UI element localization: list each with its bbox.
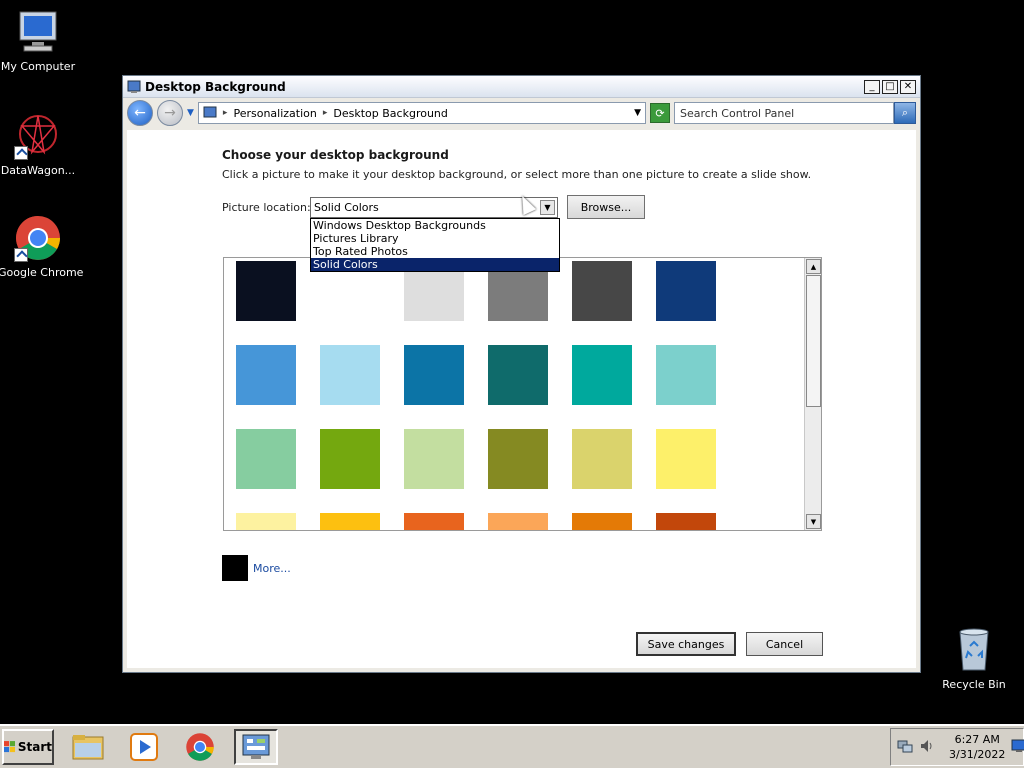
folder-icon — [72, 735, 104, 760]
breadcrumb-desktop-background[interactable]: Desktop Background — [333, 107, 448, 120]
close-button[interactable]: ✕ — [900, 79, 916, 94]
dropdown-option-solid-colors[interactable]: Solid Colors — [311, 258, 559, 271]
chrome-icon — [186, 733, 214, 761]
color-gallery: ▲ ▼ — [223, 257, 822, 531]
color-swatch[interactable] — [404, 345, 464, 405]
recycle-bin-icon — [950, 626, 998, 674]
back-button[interactable]: ← — [127, 100, 153, 126]
windows-logo-icon — [4, 741, 16, 753]
shortcut-arrow-icon — [14, 146, 28, 160]
shortcut-arrow-icon — [14, 248, 28, 262]
taskbar-control-panel[interactable] — [234, 729, 278, 765]
scroll-thumb[interactable] — [806, 275, 821, 407]
clock-date: 3/31/2022 — [949, 748, 1006, 761]
color-swatch[interactable] — [236, 513, 296, 530]
taskbar-media-player[interactable] — [122, 729, 166, 765]
more-link[interactable]: More... — [253, 562, 291, 575]
recent-pages-dropdown-icon[interactable]: ▼ — [187, 108, 194, 118]
clock[interactable]: 6:27 AM 3/31/2022 — [949, 732, 1005, 762]
network-icon[interactable] — [897, 738, 913, 757]
taskbar: Start 6:27 AM 3/31/2022 — [0, 724, 1024, 768]
color-swatch[interactable] — [320, 429, 380, 489]
control-panel-icon — [242, 734, 270, 759]
chevron-down-icon[interactable]: ▼ — [540, 200, 555, 215]
desktop-icon-label: My Computer — [0, 60, 76, 73]
scroll-down-icon[interactable]: ▼ — [806, 514, 821, 529]
color-swatch[interactable] — [320, 345, 380, 405]
color-swatch[interactable] — [404, 429, 464, 489]
color-swatch[interactable] — [404, 513, 464, 530]
color-swatch[interactable] — [488, 513, 548, 530]
save-changes-button[interactable]: Save changes — [636, 632, 736, 656]
address-bar[interactable]: ▸ Personalization ▸ Desktop Background ▼ — [197, 102, 646, 124]
color-swatch[interactable] — [572, 345, 632, 405]
clock-time: 6:27 AM — [954, 733, 1000, 746]
chrome-icon — [14, 214, 62, 262]
color-swatch[interactable] — [488, 429, 548, 489]
maximize-button[interactable]: □ — [882, 79, 898, 94]
picture-location-value: Solid Colors — [314, 201, 379, 214]
search-icon[interactable]: ⌕ — [894, 102, 916, 124]
color-swatch[interactable] — [320, 513, 380, 530]
picture-location-dropdown: Windows Desktop Backgrounds Pictures Lib… — [310, 218, 560, 272]
picture-location-label: Picture location: — [222, 201, 311, 214]
desktop-icon-google-chrome[interactable]: Google Chrome — [0, 214, 84, 279]
page-heading: Choose your desktop background — [222, 148, 449, 162]
color-swatch[interactable] — [656, 261, 716, 321]
system-tray: 6:27 AM 3/31/2022 — [890, 728, 1024, 766]
desktop-icon-label: Recycle Bin — [942, 678, 1006, 691]
desktop-icon-label: Google Chrome — [0, 266, 84, 279]
color-swatch[interactable] — [572, 429, 632, 489]
desktop-icon-recycle-bin[interactable]: Recycle Bin — [934, 626, 1014, 691]
dropdown-option-top-rated-photos[interactable]: Top Rated Photos — [311, 245, 559, 258]
color-swatch[interactable] — [236, 261, 296, 321]
title-bar[interactable]: Desktop Background _ □ ✕ — [123, 76, 920, 98]
breadcrumb-separator-icon: ▸ — [222, 108, 228, 118]
color-swatch[interactable] — [656, 513, 716, 530]
media-player-icon — [130, 733, 158, 761]
color-swatch[interactable] — [656, 429, 716, 489]
page-description: Click a picture to make it your desktop … — [222, 168, 812, 181]
show-desktop-icon[interactable] — [1011, 739, 1024, 756]
search-input[interactable]: Search Control Panel — [674, 102, 894, 124]
start-label: Start — [17, 740, 52, 754]
color-swatch[interactable] — [236, 345, 296, 405]
browse-button[interactable]: Browse... — [567, 195, 645, 219]
desktop-background-window: Desktop Background _ □ ✕ ← → ▼ ▸ Persona… — [122, 75, 921, 673]
scroll-up-icon[interactable]: ▲ — [806, 259, 821, 274]
forward-button[interactable]: → — [157, 100, 183, 126]
dropdown-option-pictures-library[interactable]: Pictures Library — [311, 232, 559, 245]
volume-icon[interactable] — [919, 738, 935, 757]
refresh-button[interactable]: ⟳ — [650, 103, 670, 123]
window-title: Desktop Background — [145, 79, 286, 94]
color-swatch[interactable] — [488, 345, 548, 405]
address-dropdown-icon[interactable]: ▼ — [634, 108, 641, 118]
more-color-swatch[interactable] — [222, 555, 248, 581]
taskbar-explorer[interactable] — [66, 729, 110, 765]
start-button[interactable]: Start — [2, 729, 54, 765]
color-swatch[interactable] — [572, 513, 632, 530]
cancel-button[interactable]: Cancel — [746, 632, 823, 656]
desktop-icon-datawagon[interactable]: DataWagon... — [0, 112, 78, 177]
control-panel-icon — [203, 106, 217, 118]
desktop-icon-label: DataWagon... — [0, 164, 76, 177]
control-panel-icon — [127, 80, 141, 93]
taskbar-chrome[interactable] — [178, 729, 222, 765]
breadcrumb-separator-icon: ▸ — [322, 108, 328, 118]
color-swatch[interactable] — [572, 261, 632, 321]
color-swatch[interactable] — [236, 429, 296, 489]
dropdown-option-windows-desktop-backgrounds[interactable]: Windows Desktop Backgrounds — [311, 219, 559, 232]
datawagon-icon — [14, 112, 62, 160]
desktop-icon-my-computer[interactable]: My Computer — [0, 8, 78, 73]
minimize-button[interactable]: _ — [864, 79, 880, 94]
navigation-bar: ← → ▼ ▸ Personalization ▸ Desktop Backgr… — [123, 98, 920, 128]
breadcrumb-personalization[interactable]: Personalization — [233, 107, 316, 120]
color-swatch[interactable] — [656, 345, 716, 405]
gallery-scrollbar[interactable]: ▲ ▼ — [804, 258, 821, 530]
computer-icon — [14, 8, 62, 56]
